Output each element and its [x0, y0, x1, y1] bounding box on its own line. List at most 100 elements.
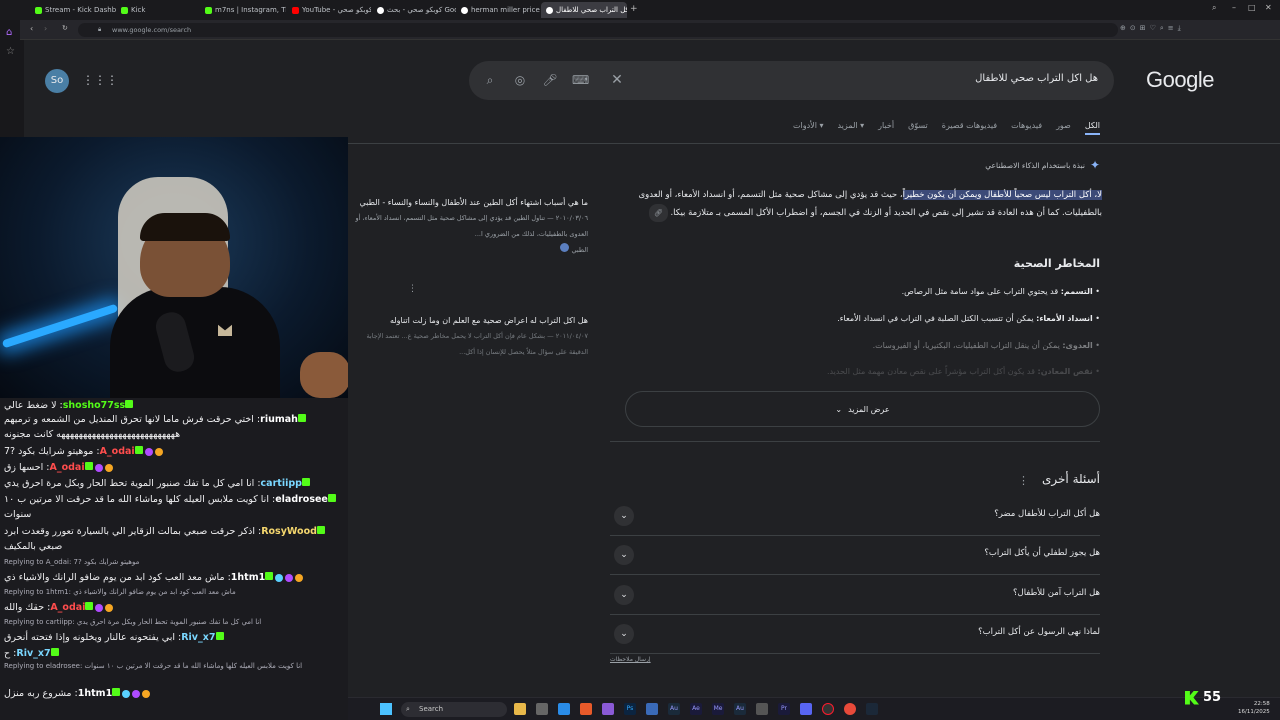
chat-message: A_odai: موهيتو شرايك بكود ?7 — [4, 444, 344, 459]
tab-shopping[interactable]: تسوّق — [908, 121, 928, 135]
chat-badge-icon — [295, 573, 304, 582]
store-icon[interactable] — [536, 703, 548, 715]
steam-icon[interactable] — [866, 703, 878, 715]
maximize-icon[interactable]: □ — [1248, 3, 1256, 12]
back-icon[interactable]: ‹ — [30, 24, 33, 33]
file-explorer-icon[interactable] — [514, 703, 526, 715]
lock-icon: 🔒︎ — [98, 26, 102, 33]
tab-herman-miller[interactable]: herman miller price - Goo — [456, 2, 540, 18]
tab-kick[interactable]: Kick — [116, 2, 200, 18]
app-icon[interactable] — [646, 703, 658, 715]
close-window-icon[interactable]: ✕ — [1265, 3, 1272, 12]
chat-username[interactable]: 1htm1 — [231, 572, 265, 583]
tab-current-search[interactable]: هل اكل التراب صحي للاطفال — [541, 2, 627, 18]
source-title[interactable]: ما هي أسباب اشتهاء أكل الطين عند الأطفال… — [348, 196, 588, 210]
tab-tools[interactable]: الأدوات ▾ — [793, 121, 824, 135]
tab-instagram[interactable]: m7ns | Instagram, TikTok | — [200, 2, 286, 18]
taskbar-search-label: Search — [419, 705, 444, 713]
visual-studio-icon[interactable] — [602, 703, 614, 715]
kick-badge-icon — [327, 494, 336, 502]
url-field[interactable]: 🔒︎ www.google.com/search — [78, 23, 1118, 37]
search-input[interactable]: هل اكل التراب صحي للاطفال — [975, 73, 1098, 84]
new-tab-icon[interactable]: + — [630, 4, 638, 14]
premiere-icon[interactable]: Pr — [778, 703, 790, 715]
question-row[interactable]: لماذا نهى الرسول عن أكل التراب؟ ⌄ — [610, 615, 1100, 654]
chevron-down-icon[interactable]: ⌄ — [614, 545, 634, 565]
tab-all[interactable]: الكل — [1084, 121, 1100, 135]
audition-icon[interactable]: Au — [668, 703, 680, 715]
apps-grid-icon[interactable]: ⋮⋮⋮ — [82, 73, 118, 89]
discord-icon[interactable] — [800, 703, 812, 715]
question-row[interactable]: هل يجوز لطفلي أن يأكل التراب؟ ⌄ — [610, 536, 1100, 575]
chat-badge-icon — [94, 463, 103, 472]
chat-username[interactable]: A_odai — [50, 602, 85, 613]
search-box[interactable]: هل اكل التراب صحي للاطفال ⌕ ◎ 🎤︎ ⌨ ✕ — [469, 61, 1114, 100]
link-icon[interactable]: 🔗︎ — [648, 204, 668, 222]
source-title[interactable]: هل اكل التراب له اعراض صحية مع العلم ان … — [348, 314, 588, 328]
search-icon[interactable]: ⌕ — [482, 72, 498, 88]
source-card[interactable]: ما هي أسباب اشتهاء أكل الطين عند الأطفال… — [348, 196, 588, 294]
chevron-down-icon[interactable]: ⌄ — [614, 624, 634, 644]
microphone-icon[interactable]: 🎤︎ — [542, 72, 558, 88]
chat-username[interactable]: Riv_x7 — [181, 632, 215, 643]
tab-kick-dashboard[interactable]: Stream - Kick Dashboard — [30, 2, 116, 18]
vscode-icon[interactable] — [558, 703, 570, 715]
extensions-icons[interactable]: ⊕⊙⊞♡⌕≡⤓ — [1120, 24, 1185, 33]
chevron-down-icon[interactable]: ⌄ — [614, 585, 634, 605]
app-icon[interactable]: Au — [734, 703, 746, 715]
tab-youtube[interactable]: YouTube - كوبكو صحي — [287, 2, 371, 18]
risk-text: قد يكون أكل التراب مؤشراً على نقص معادن … — [826, 367, 1038, 376]
chat-text: ماش معد العب كود ابد من يوم ضافو الرانك … — [4, 572, 225, 583]
home-icon[interactable]: ⌂ — [6, 27, 18, 39]
question-row[interactable]: هل أكل التراب للأطفال مضر؟ ⌄ — [610, 497, 1100, 536]
chevron-down-icon[interactable]: ⌄ — [614, 506, 634, 526]
tab-news[interactable]: أخبار — [878, 121, 894, 135]
source-card[interactable]: هل اكل التراب له اعراض صحية مع العلم ان … — [348, 314, 588, 360]
tab-short-videos[interactable]: فيديوهات قصيرة — [942, 121, 997, 135]
chat-username[interactable]: cartiipp — [261, 478, 302, 489]
brave-icon[interactable] — [580, 703, 592, 715]
clear-icon[interactable]: ✕ — [609, 72, 625, 88]
reload-icon[interactable]: ↻ — [62, 24, 68, 32]
chrome-icon[interactable] — [844, 703, 856, 715]
risk-text: يمكن أن تتسبب الكتل الصلبة في التراب في … — [837, 314, 1037, 323]
minimize-icon[interactable]: – — [1232, 3, 1236, 12]
chat-username[interactable]: 1htm1 — [78, 688, 112, 699]
chat-username[interactable]: Riv_x7 — [16, 648, 50, 659]
feedback-link[interactable]: إرسال ملاحظات — [610, 656, 651, 663]
risk-item: • نقص المعادن: قد يكون أكل التراب مؤشراً… — [826, 367, 1100, 376]
windows-start-icon[interactable] — [380, 703, 392, 715]
viewer-count-value: 55 — [1203, 690, 1222, 705]
chat-username[interactable]: A_odai — [100, 446, 135, 457]
photoshop-icon[interactable]: Ps — [624, 703, 636, 715]
tab-images[interactable]: صور — [1056, 121, 1071, 135]
opera-icon[interactable] — [822, 703, 834, 715]
app-icon[interactable] — [756, 703, 768, 715]
after-effects-icon[interactable]: Ae — [690, 703, 702, 715]
show-more-button[interactable]: عرض المزيد ⌄ — [625, 391, 1100, 427]
google-logo[interactable]: Google — [1146, 67, 1214, 93]
chat-badge-icon — [122, 689, 131, 698]
media-encoder-icon[interactable]: Me — [712, 703, 724, 715]
more-options-icon[interactable]: ⋮ — [408, 284, 417, 294]
tab-google-search[interactable]: كوبكو صحي - بحث Google — [372, 2, 456, 18]
risk-item: • العدوى: يمكن أن ينقل التراب الطفيليات،… — [872, 341, 1100, 350]
question-row[interactable]: هل التراب آمن للأطفال؟ ⌄ — [610, 576, 1100, 615]
more-options-icon[interactable]: ⋮ — [1018, 474, 1029, 487]
search-tabs-icon[interactable]: ⌕ — [1212, 3, 1216, 13]
chat-username[interactable]: RosyWood — [261, 526, 317, 537]
chat-username[interactable]: eladrosee — [275, 494, 328, 505]
avatar[interactable]: So — [45, 69, 69, 93]
kick-badge-icon — [215, 632, 224, 640]
tab-more[interactable]: المزيد ▾ — [837, 121, 864, 135]
chat-username[interactable]: shosho77ss — [63, 400, 125, 411]
chat-username[interactable]: riumah — [260, 414, 298, 425]
tab-videos[interactable]: فيديوهات — [1011, 121, 1042, 135]
star-icon[interactable]: ☆ — [6, 46, 18, 58]
chat-username[interactable]: A_odai — [49, 462, 84, 473]
lens-icon[interactable]: ◎ — [512, 72, 528, 88]
streamer-hair — [140, 213, 230, 241]
taskbar-search[interactable]: ⌕ Search — [401, 702, 507, 717]
keyboard-icon[interactable]: ⌨ — [572, 72, 589, 88]
forward-icon[interactable]: › — [44, 24, 47, 33]
